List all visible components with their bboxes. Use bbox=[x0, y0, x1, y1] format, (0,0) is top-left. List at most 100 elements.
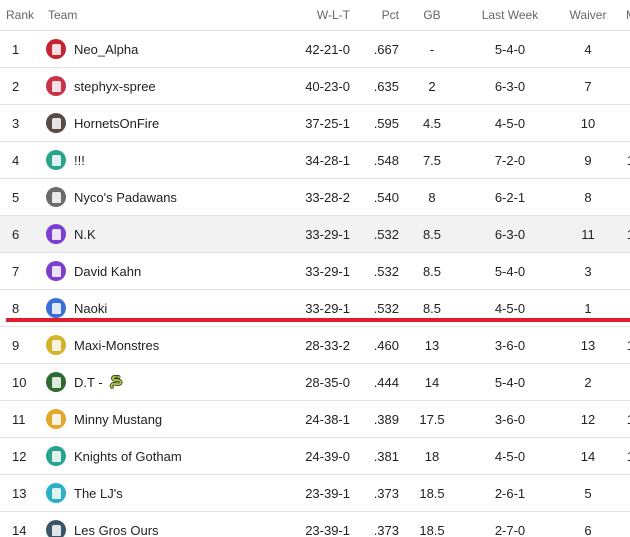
bear-logo-icon bbox=[46, 520, 66, 537]
hornet-logo-icon bbox=[46, 113, 66, 133]
last-week-cell: 2-7-0 bbox=[462, 511, 558, 537]
team-link[interactable]: Knights of Gotham bbox=[46, 446, 270, 466]
header-wlt[interactable]: W-L-T bbox=[270, 0, 352, 31]
table-row: 9Maxi-Monstres28-33-2.460133-6-01312 bbox=[0, 326, 630, 364]
team-name[interactable]: !!! bbox=[74, 153, 85, 168]
moves-cell: 12 bbox=[618, 326, 630, 364]
team-cell: Maxi-Monstres bbox=[46, 326, 270, 364]
team-link[interactable]: D.T - bbox=[46, 372, 270, 392]
pct-cell: .381 bbox=[352, 437, 402, 475]
team-name[interactable]: The LJ's bbox=[74, 486, 123, 501]
team-cell: N.K bbox=[46, 215, 270, 253]
gb-cell: 2 bbox=[402, 67, 462, 105]
header-pct[interactable]: Pct bbox=[352, 0, 402, 31]
moves-cell: 5 bbox=[618, 511, 630, 537]
team-link[interactable]: stephyx-spree bbox=[46, 76, 270, 96]
team-name[interactable]: N.K bbox=[74, 227, 96, 242]
jersey-logo-icon bbox=[46, 224, 66, 244]
team-name[interactable]: David Kahn bbox=[74, 264, 141, 279]
team-cell: Nyco's Padawans bbox=[46, 178, 270, 216]
rank-cell: 13 bbox=[0, 474, 46, 512]
waiver-cell: 4 bbox=[558, 30, 618, 68]
last-week-cell: 5-4-0 bbox=[462, 252, 558, 290]
team-cell: The LJ's bbox=[46, 474, 270, 512]
wlt-cell: 28-35-0 bbox=[270, 363, 352, 401]
jersey-logo-icon bbox=[46, 335, 66, 355]
jersey-logo-icon bbox=[46, 446, 66, 466]
moves-cell: 7 bbox=[618, 363, 630, 401]
team-link[interactable]: Neo_Alpha bbox=[46, 39, 270, 59]
team-cell: stephyx-spree bbox=[46, 67, 270, 105]
team-name[interactable]: Naoki bbox=[74, 301, 107, 316]
gb-cell: - bbox=[402, 30, 462, 68]
team-link[interactable]: Minny Mustang bbox=[46, 409, 270, 429]
team-link[interactable]: Les Gros Ours bbox=[46, 520, 270, 537]
rank-cell: 12 bbox=[0, 437, 46, 475]
last-week-cell: 6-3-0 bbox=[462, 215, 558, 253]
header-last-week[interactable]: Last Week bbox=[462, 0, 558, 31]
wlt-cell: 23-39-1 bbox=[270, 511, 352, 537]
pct-cell: .532 bbox=[352, 215, 402, 253]
team-link[interactable]: David Kahn bbox=[46, 261, 270, 281]
wlt-cell: 33-29-1 bbox=[270, 215, 352, 253]
snake-icon bbox=[109, 374, 123, 389]
pct-cell: .635 bbox=[352, 67, 402, 105]
rank-cell: 14 bbox=[0, 511, 46, 537]
team-name[interactable]: Knights of Gotham bbox=[74, 449, 182, 464]
team-name[interactable]: HornetsOnFire bbox=[74, 116, 159, 131]
header-gb[interactable]: GB bbox=[402, 0, 462, 31]
rank-cell: 5 bbox=[0, 178, 46, 216]
team-cell: !!! bbox=[46, 141, 270, 179]
team-link[interactable]: HornetsOnFire bbox=[46, 113, 270, 133]
rank-cell: 4 bbox=[0, 141, 46, 179]
waiver-cell: 11 bbox=[558, 215, 618, 253]
team-name[interactable]: D.T - bbox=[74, 375, 103, 390]
pct-cell: .667 bbox=[352, 30, 402, 68]
team-cell: Knights of Gotham bbox=[46, 437, 270, 475]
team-link[interactable]: !!! bbox=[46, 150, 270, 170]
team-link[interactable]: N.K bbox=[46, 224, 270, 244]
pct-cell: .373 bbox=[352, 474, 402, 512]
team-link[interactable]: Nyco's Padawans bbox=[46, 187, 270, 207]
gb-cell: 17.5 bbox=[402, 400, 462, 438]
moves-cell: 13 bbox=[618, 437, 630, 475]
header-team[interactable]: Team bbox=[46, 0, 270, 31]
team-name[interactable]: Minny Mustang bbox=[74, 412, 162, 427]
rank-cell: 10 bbox=[0, 363, 46, 401]
pct-cell: .595 bbox=[352, 104, 402, 142]
wlt-cell: 24-39-0 bbox=[270, 437, 352, 475]
table-row: 3 HornetsOnFire 37-25-1.5954.54-5-0101 bbox=[0, 104, 630, 142]
waiver-cell: 8 bbox=[558, 178, 618, 216]
team-name[interactable]: Les Gros Ours bbox=[74, 523, 159, 537]
team-link[interactable]: Naoki bbox=[46, 298, 270, 318]
last-week-cell: 4-5-0 bbox=[462, 104, 558, 142]
wlt-cell: 24-38-1 bbox=[270, 400, 352, 438]
rank-cell: 9 bbox=[0, 326, 46, 364]
team-name[interactable]: Maxi-Monstres bbox=[74, 338, 159, 353]
gb-cell: 18.5 bbox=[402, 511, 462, 537]
team-cell: David Kahn bbox=[46, 252, 270, 290]
header-moves[interactable]: Moves bbox=[618, 0, 630, 31]
moves-cell: 1 bbox=[618, 104, 630, 142]
waiver-cell: 5 bbox=[558, 474, 618, 512]
team-name[interactable]: Nyco's Padawans bbox=[74, 190, 177, 205]
header-rank[interactable]: Rank bbox=[0, 0, 46, 31]
table-row: 10 D.T - 28-35-0.444145-4-027 bbox=[0, 363, 630, 401]
team-link[interactable]: Maxi-Monstres bbox=[46, 335, 270, 355]
wlt-cell: 33-28-2 bbox=[270, 178, 352, 216]
team-link[interactable]: The LJ's bbox=[46, 483, 270, 503]
last-week-cell: 3-6-0 bbox=[462, 400, 558, 438]
table-row: 6 N.K 33-29-1.5328.56-3-01113 bbox=[0, 215, 630, 253]
waiver-cell: 6 bbox=[558, 511, 618, 537]
team-name[interactable]: stephyx-spree bbox=[74, 79, 156, 94]
wlt-cell: 34-28-1 bbox=[270, 141, 352, 179]
wlt-cell: 40-23-0 bbox=[270, 67, 352, 105]
gb-cell: 4.5 bbox=[402, 104, 462, 142]
rank-cell: 3 bbox=[0, 104, 46, 142]
wlt-cell: 28-33-2 bbox=[270, 326, 352, 364]
gb-cell: 14 bbox=[402, 363, 462, 401]
rank-cell: 6 bbox=[0, 215, 46, 253]
team-name[interactable]: Neo_Alpha bbox=[74, 42, 138, 57]
last-week-cell: 4-5-0 bbox=[462, 437, 558, 475]
header-waiver[interactable]: Waiver bbox=[558, 0, 618, 31]
